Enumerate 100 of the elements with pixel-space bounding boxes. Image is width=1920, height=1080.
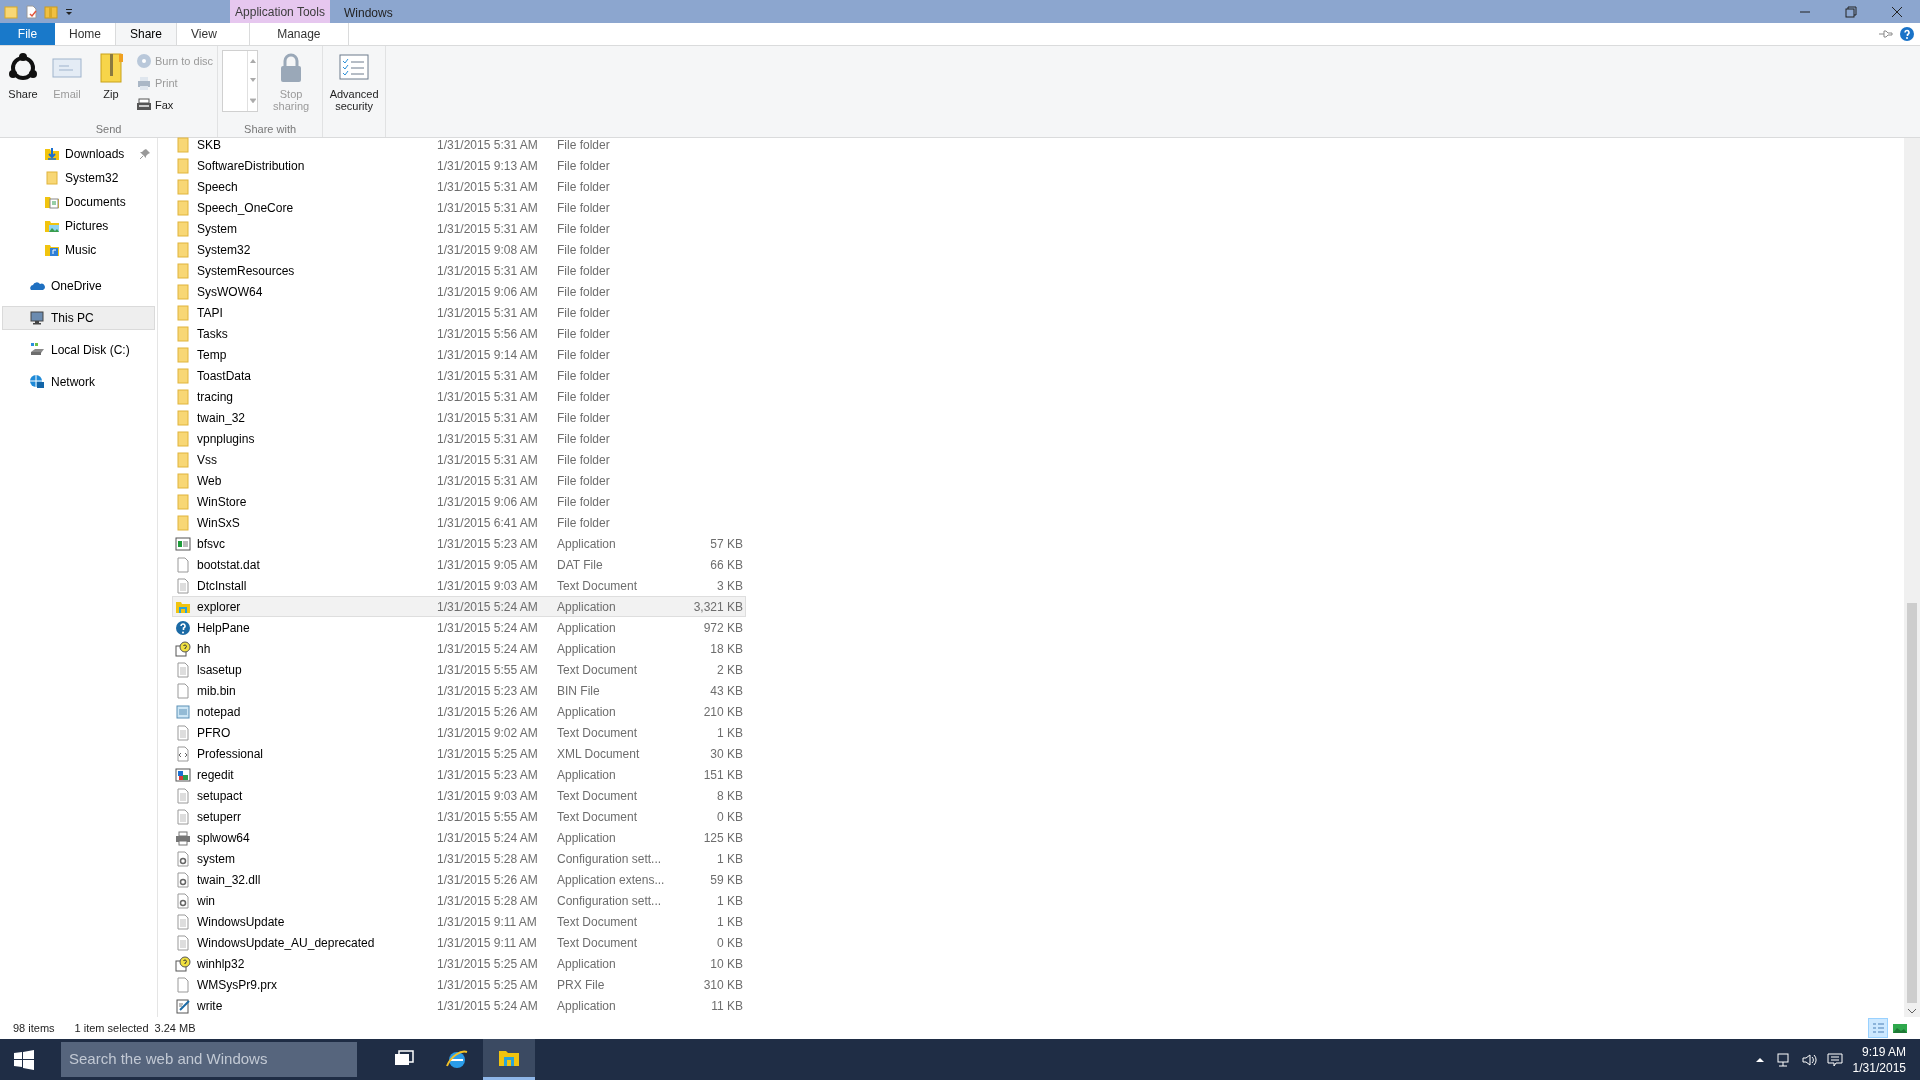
ribbon-button[interactable]: Share [4,50,42,100]
clock[interactable]: 9:19 AM 1/31/2015 [1852,1043,1906,1076]
file-name: WMSysPr9.prx [197,976,278,994]
file-row[interactable]: SystemResources 1/31/2015 5:31 AM File folder [172,260,746,281]
pictures-folder-icon [44,218,60,234]
file-row[interactable]: setupact 1/31/2015 9:03 AM Text Document 8 KB [172,785,746,806]
sidebar-item[interactable]: This PC [2,306,155,330]
sidebar-item[interactable]: Local Disk (C:) [2,338,155,362]
file-row[interactable]: WindowsUpdate 1/31/2015 9:11 AM Text Document 1 KB [172,911,746,932]
ribbon-button[interactable]: Zip [92,50,130,100]
help-icon[interactable] [1900,26,1914,41]
speaker-icon[interactable] [1800,1051,1817,1068]
file-name: HelpPane [197,619,251,637]
message-icon[interactable] [1826,1051,1843,1068]
minimize-icon [1798,10,1812,13]
network-icon[interactable] [1774,1051,1791,1068]
file-row[interactable]: WMSysPr9.prx 1/31/2015 5:25 AM PRX File 310 KB [172,974,746,995]
scrollbar[interactable] [1904,138,1920,1017]
sidebar-item[interactable]: Downloads [0,142,157,166]
file-name: winhlp32 [197,955,246,973]
document-icon[interactable] [24,4,38,19]
search-field[interactable]: Search the web and Windows [61,1042,357,1077]
file-type: Application [557,640,617,658]
file-row[interactable]: bfsvc 1/31/2015 5:23 AM Application 57 KB [172,533,746,554]
file-type: File folder [557,451,611,469]
sidebar-item[interactable]: Documents [0,190,157,214]
settings-file-icon [175,871,191,888]
sidebar-item[interactable]: Music [0,238,157,262]
file-date: 1/31/2015 5:24 AM [437,619,539,637]
file-row[interactable]: WinStore 1/31/2015 9:06 AM File folder [172,491,746,512]
file-row[interactable]: bootstat.dat 1/31/2015 9:05 AM DAT File 66 KB [172,554,746,575]
ribbon-tab[interactable]: File [0,22,55,45]
sidebar-item[interactable]: System32 [0,166,157,190]
ribbon-tab[interactable]: Home [55,22,115,45]
file-row[interactable]: hh 1/31/2015 5:24 AM Application 18 KB [172,638,746,659]
code-file-icon [175,745,191,762]
ribbon-tab[interactable]: Manage [248,22,349,45]
ribbon-tab[interactable]: View [177,22,231,45]
file-row[interactable]: vpnplugins 1/31/2015 5:31 AM File folder [172,428,746,449]
file-row[interactable]: Speech 1/31/2015 5:31 AM File folder [172,176,746,197]
ribbon-button[interactable]: Advanced security [327,50,382,112]
file-type: Text Document [557,787,639,805]
file-row[interactable]: Vss 1/31/2015 5:31 AM File folder [172,449,746,470]
sidebar-item[interactable]: Network [2,370,155,394]
file-row[interactable]: TAPI 1/31/2015 5:31 AM File folder [172,302,746,323]
file-row[interactable]: Temp 1/31/2015 9:14 AM File folder [172,344,746,365]
file-row[interactable]: System 1/31/2015 5:31 AM File folder [172,218,746,239]
ribbon-button[interactable]: Fax [136,96,214,114]
file-row[interactable]: mib.bin 1/31/2015 5:23 AM BIN File 43 KB [172,680,746,701]
file-row[interactable]: SoftwareDistribution 1/31/2015 9:13 AM File folder [172,155,746,176]
ribbon-tab[interactable]: Share [115,22,178,45]
expand-icon[interactable] [249,98,256,104]
file-row[interactable]: System32 1/31/2015 9:08 AM File folder [172,239,746,260]
file-date: 1/31/2015 5:31 AM [437,304,539,322]
file-row[interactable]: SysWOW64 1/31/2015 9:06 AM File folder [172,281,746,302]
file-type: File folder [557,283,611,301]
sidebar-item[interactable]: OneDrive [2,274,155,298]
file-row[interactable]: WindowsUpdate_AU_deprecated 1/31/2015 9:11 AM Text Document 0 KB [172,932,746,953]
file-row[interactable]: explorer 1/31/2015 5:24 AM Application 3,321 KB [172,596,746,617]
scroll-down-icon[interactable] [249,78,256,83]
folder-icon [175,451,191,468]
file-row[interactable]: Professional 1/31/2015 5:25 AM XML Document 30 KB [172,743,746,764]
file-row[interactable]: PFRO 1/31/2015 9:02 AM Text Document 1 KB [172,722,746,743]
file-row[interactable]: Tasks 1/31/2015 5:56 AM File folder [172,323,746,344]
file-row[interactable]: Speech_OneCore 1/31/2015 5:31 AM File folder [172,197,746,218]
file-row[interactable]: setuperr 1/31/2015 5:55 AM Text Document 0 KB [172,806,746,827]
file-row[interactable]: system 1/31/2015 5:28 AM Configuration sett... 1 KB [172,848,746,869]
file-type: File folder [557,220,611,238]
folder-icon [175,157,191,174]
file-row[interactable]: notepad 1/31/2015 5:26 AM Application 210 KB [172,701,746,722]
sidebar-item[interactable]: Pictures [0,214,157,238]
file-row[interactable]: splwow64 1/31/2015 5:24 AM Application 125 KB [172,827,746,848]
file-row[interactable]: tracing 1/31/2015 5:31 AM File folder [172,386,746,407]
scroll-up-icon[interactable] [249,58,256,63]
file-name: DtcInstall [197,577,248,595]
window-title: Windows [344,5,393,22]
file-row[interactable]: winhlp32 1/31/2015 5:25 AM Application 10 KB [172,953,746,974]
chevron-up-icon[interactable] [1754,1055,1765,1064]
file-row[interactable]: lsasetup 1/31/2015 5:55 AM Text Document 2 KB [172,659,746,680]
file-type: File folder [557,388,611,406]
scroll-down-icon[interactable] [1907,1007,1917,1015]
file-row[interactable]: twain_32.dll 1/31/2015 5:26 AM Application extens... 59 KB [172,869,746,890]
file-row[interactable]: regedit 1/31/2015 5:23 AM Application 151 KB [172,764,746,785]
file-name: PFRO [197,724,232,742]
disc-icon [136,53,152,69]
file-row[interactable]: DtcInstall 1/31/2015 9:03 AM Text Document 3 KB [172,575,746,596]
file-icon [175,976,191,993]
file-row[interactable]: twain_32 1/31/2015 5:31 AM File folder [172,407,746,428]
file-date: 1/31/2015 5:23 AM [437,766,539,784]
file-row[interactable]: Web 1/31/2015 5:31 AM File folder [172,470,746,491]
file-type: Application [557,997,617,1015]
file-row[interactable]: SKB 1/31/2015 5:31 AM File folder [172,134,746,155]
scrollbar-thumb[interactable] [1907,603,1917,1003]
pin-icon[interactable] [1878,27,1894,40]
folder-icon [44,170,60,186]
file-row[interactable]: write 1/31/2015 5:24 AM Application 11 KB [172,995,746,1016]
file-row[interactable]: ToastData 1/31/2015 5:31 AM File folder [172,365,746,386]
file-row[interactable]: win 1/31/2015 5:28 AM Configuration sett... 1 KB [172,890,746,911]
file-row[interactable]: WinSxS 1/31/2015 6:41 AM File folder [172,512,746,533]
file-row[interactable]: HelpPane 1/31/2015 5:24 AM Application 972 KB [172,617,746,638]
